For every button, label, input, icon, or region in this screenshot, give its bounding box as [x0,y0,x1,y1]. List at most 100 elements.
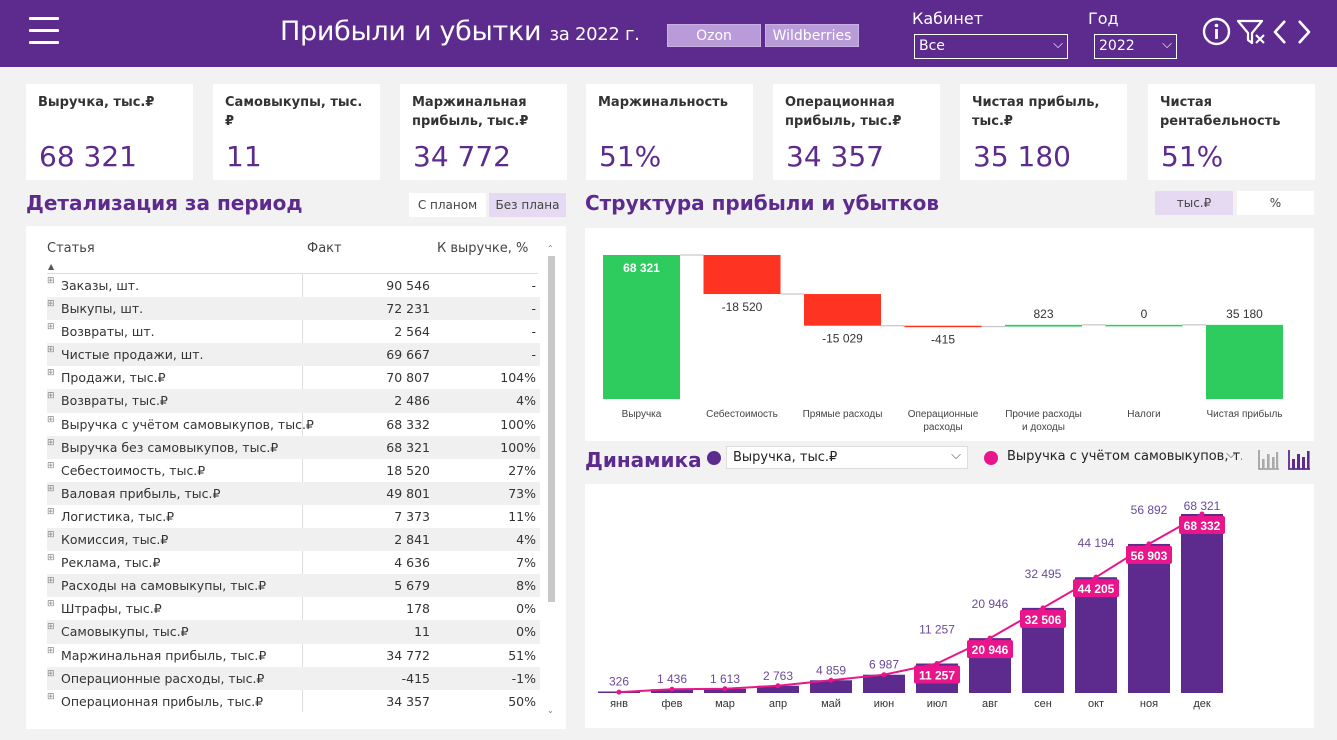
table-row[interactable]: ⊞ Возвраты, шт. 2 564- [47,320,540,343]
table-row[interactable]: ⊞ Расходы на самовыкупы, тыс.₽ 5 679 8% [47,574,540,598]
category-label-line: Прочие расходы [1005,409,1082,420]
metric1-select[interactable]: Выручка, тыс.₽ ⌵ [726,446,968,469]
kpi-title: Операционная прибыль, тыс.₽ [785,95,902,129]
kpi-value: 34 357 [786,140,884,173]
table-row[interactable]: ⊞ Маржинальная прибыль, тыс.₽ 34 772 51% [47,644,540,667]
year-select[interactable]: 2022 ⌵ [1094,34,1177,59]
expand-icon[interactable]: ⊞ [47,455,55,478]
table-row[interactable]: ⊞ Себестоимость, тыс.₽ 18 520 27% [47,459,540,482]
metric2-select[interactable]: Выручка с учётом самовыкупов, т... ⌵ [1001,446,1242,469]
table-row[interactable]: ⊞ Выкупы, шт. 72 231- [47,297,540,321]
expand-icon[interactable]: ⊞ [47,640,55,663]
expand-icon[interactable]: ⊞ [47,362,55,385]
expand-icon[interactable]: ⊞ [47,409,55,432]
cell-fact: 70 807 [386,370,430,386]
clear-filter-icon[interactable] [1236,18,1266,46]
waterfall-bar [1206,324,1283,399]
table-row[interactable]: ⊞ Штрафы, тыс.₽ 178 0% [47,597,540,620]
x-tick-label: апр [769,698,787,710]
table-row[interactable]: ⊞ Выручка с учётом самовыкупов, тыс.₽ 68 3… [47,413,540,436]
expand-icon[interactable]: ⊞ [47,270,55,293]
title-text: Прибыли и убытки [280,16,542,47]
header-bar: Прибыли и убытки за 2022 г. Ozon Wildber… [0,0,1337,67]
category-label-line: Налоги [1127,409,1161,420]
cell-fact: 5 679 [394,578,430,594]
revenue-self-data-label: 20 946 [972,643,1009,657]
scroll-down-icon[interactable]: ⌄ [547,706,554,715]
cell-fact: 34 357 [386,693,430,709]
kpi-title: Выручка, тыс.₽ [38,95,155,110]
unit-rub-toggle[interactable]: тыс.₽ [1155,191,1233,215]
dynamics-chart: янв фев мар апр май июн июл авг сен окт ноя дек 326 1… [598,499,1225,710]
kpi-value: 51% [1161,140,1224,173]
table-row[interactable]: ⊞ Выручка без самовыкупов, тыс.₽ 68 321 100… [47,435,540,459]
table-row[interactable]: ⊞ Валовая прибыль, тыс.₽ 49 801 73% [47,481,540,505]
column-header-item[interactable]: Статья [47,241,95,256]
expand-icon[interactable]: ⊞ [47,570,55,593]
table-row[interactable]: ⊞ Продажи, тыс.₽ 70 807 104% [47,366,540,389]
table-row[interactable]: ⊞ Операционная прибыль, тыс.₽ 34 357 50% [47,690,540,713]
waterfall-data-label: -415 [931,333,955,347]
cell-fact: 4 636 [394,555,430,571]
expand-icon[interactable]: ⊞ [47,432,55,455]
bar-chart-icon[interactable] [1287,448,1311,472]
expand-icon[interactable]: ⊞ [47,547,55,570]
table-row[interactable]: ⊞ Логистика, тыс.₽ 7 373 11% [47,505,540,528]
waterfall-category-label: Операционные расходы [908,409,979,433]
cell-ratio: 11% [508,508,536,524]
column-header-ratio[interactable]: К выручке, % [437,241,528,256]
table-row[interactable]: ⊞ Самовыкупы, тыс.₽ 11 0% [47,620,540,644]
expand-icon[interactable]: ⊞ [47,616,55,639]
cell-ratio: 50% [508,693,536,709]
revenue-self-data-label: 11 257 [919,669,955,683]
menu-icon[interactable] [29,17,59,47]
with-plan-toggle[interactable]: С планом [409,193,486,217]
expand-icon[interactable]: ⊞ [47,385,55,408]
revenue-self-data-label: 68 332 [1184,519,1221,533]
expand-icon[interactable]: ⊞ [47,478,55,501]
back-forward-icon[interactable] [1272,17,1312,47]
revenue-self-data-label: 56 903 [1131,549,1168,563]
table-scrollbar[interactable]: ⌃ ⌄ [544,244,558,715]
table-row[interactable]: ⊞ Чистые продажи, шт. 69 667- [47,343,540,367]
kpi-card-net-profitability: Чистая рентабельность 51% [1148,84,1315,180]
expand-icon[interactable]: ⊞ [47,316,55,339]
waterfall-category-label: Чистая прибыль [1207,408,1283,420]
cell-item: Выкупы, шт. [61,301,144,317]
unit-percent-toggle[interactable]: % [1237,191,1314,215]
cell-ratio: - [531,324,536,340]
cell-item: Возвраты, тыс.₽ [61,393,168,409]
expand-icon[interactable]: ⊞ [47,501,55,524]
cabinet-select[interactable]: Все ⌵ [914,34,1068,59]
column-header-fact[interactable]: Факт [307,241,342,256]
wildberries-button[interactable]: Wildberries [765,24,859,47]
table-row[interactable]: ⊞ Комиссия, тыс.₽ 2 841 4% [47,528,540,552]
waterfall-bar [603,255,680,399]
x-tick-label: мар [715,698,735,710]
expand-icon[interactable]: ⊞ [47,686,55,709]
info-icon[interactable] [1202,17,1231,46]
ozon-button[interactable]: Ozon [667,24,761,47]
scroll-up-icon[interactable]: ⌃ [547,244,554,253]
revenue-bar [1128,543,1170,693]
expand-icon[interactable]: ⊞ [47,339,55,362]
expand-icon[interactable]: ⊞ [47,293,55,316]
cell-ratio: 27% [508,462,536,478]
table-row[interactable]: ⊞ Операционные расходы, тыс.₽ -415 -1% [47,666,540,690]
table-row[interactable]: ⊞ Реклама, тыс.₽ 4 636 7% [47,551,540,574]
scroll-thumb[interactable] [548,256,555,602]
kpi-title: Маржинальность [598,95,728,110]
expand-icon[interactable]: ⊞ [47,663,55,686]
expand-icon[interactable]: ⊞ [47,593,55,616]
bar-chart-outline-icon[interactable] [1257,448,1280,472]
table-row[interactable]: ⊞ Заказы, шт. 90 546- [47,274,540,297]
waterfall-chart-panel: 68 321 Выручка -18 520 Себестоимость -15 029… [585,228,1314,441]
cell-item: Реклама, тыс.₽ [61,555,161,571]
expand-icon[interactable]: ⊞ [47,524,55,547]
without-plan-toggle[interactable]: Без плана [489,193,566,217]
cell-ratio: 100% [500,439,536,455]
cell-item: Продажи, тыс.₽ [61,370,166,386]
revenue-data-label: 68 321 [1184,499,1221,513]
kpi-value: 68 321 [39,140,137,173]
table-row[interactable]: ⊞ Возвраты, тыс.₽ 2 486 4% [47,389,540,413]
